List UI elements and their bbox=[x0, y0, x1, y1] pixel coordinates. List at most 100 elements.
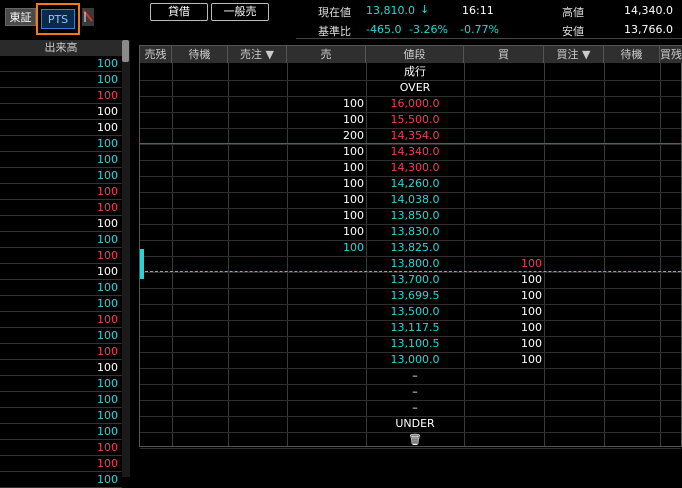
volume-value: 100 bbox=[97, 217, 118, 230]
column-divider bbox=[464, 63, 465, 446]
volume-value: 100 bbox=[97, 473, 118, 486]
pts-market-highlight: PTS bbox=[36, 3, 80, 35]
buy-quantity[interactable]: 100 bbox=[464, 320, 542, 336]
volume-value: 100 bbox=[97, 281, 118, 294]
price-cell[interactable]: 13,699.5 bbox=[366, 288, 464, 304]
order-board: 売残 待機 売注 ▼ 売値段買買注 ▼ 待機 買残 成行 OVER 16,000.0 100 15… bbox=[139, 45, 682, 449]
volume-value: 100 bbox=[97, 137, 118, 150]
volume-value: 100 bbox=[97, 329, 118, 342]
volume-row: 100 bbox=[0, 136, 122, 152]
buy-quantity[interactable]: 100 bbox=[464, 304, 542, 320]
scrollbar-thumb[interactable] bbox=[122, 40, 129, 62]
volume-row: 100 bbox=[0, 152, 122, 168]
price-cell[interactable]: 14,300.0 bbox=[366, 160, 464, 176]
general-sell-button[interactable]: 一般売 bbox=[211, 3, 269, 21]
price-cell[interactable]: 14,260.0 bbox=[366, 176, 464, 192]
current-price-marker bbox=[140, 249, 144, 279]
low-label: 安値 bbox=[562, 25, 584, 38]
header-divider bbox=[296, 38, 682, 39]
volume-value: 100 bbox=[97, 345, 118, 358]
price-cell[interactable]: OVER bbox=[366, 80, 464, 96]
high-value: 14,340.0 bbox=[624, 4, 673, 17]
sell-quantity[interactable]: 100 bbox=[287, 176, 364, 192]
price-cell[interactable]: 14,038.0 bbox=[366, 192, 464, 208]
price-cell[interactable]: 13,700.0 bbox=[366, 272, 464, 288]
credit-button[interactable]: 貸借 bbox=[150, 3, 208, 21]
price-cell[interactable]: 15,500.0 bbox=[366, 112, 464, 128]
price-cell[interactable]: 13,000.0 bbox=[366, 352, 464, 368]
volume-row: 100 bbox=[0, 120, 122, 136]
sell-quantity[interactable]: 100 bbox=[287, 224, 364, 240]
volume-value: 100 bbox=[97, 185, 118, 198]
down-arrow-icon: ↓ bbox=[420, 3, 430, 16]
price-cell[interactable]: 16,000.0 bbox=[366, 96, 464, 112]
volume-scrollbar[interactable] bbox=[122, 40, 130, 477]
buy-quantity[interactable]: 100 bbox=[464, 336, 542, 352]
price-cell[interactable]: 13,800.0 bbox=[366, 256, 464, 272]
price-cell[interactable]: 13,850.0 bbox=[366, 208, 464, 224]
price-cell[interactable]: 13,117.5 bbox=[366, 320, 464, 336]
volume-row: 100 bbox=[0, 392, 122, 408]
price-cell[interactable]: 🗑 bbox=[366, 432, 464, 448]
buy-quantity[interactable]: 100 bbox=[464, 288, 542, 304]
base-label: 基準比 bbox=[318, 25, 351, 38]
price-cell[interactable]: – bbox=[366, 368, 464, 384]
sell-quantity[interactable]: 100 bbox=[287, 96, 364, 112]
volume-row: 100 bbox=[0, 456, 122, 472]
sell-quantity[interactable]: 100 bbox=[287, 160, 364, 176]
current-label: 現在値 bbox=[318, 6, 351, 19]
board-header-cell[interactable]: 買注 ▼ bbox=[544, 46, 604, 63]
price-cell[interactable]: 成行 bbox=[366, 64, 464, 80]
price-cell[interactable]: 13,825.0 bbox=[366, 240, 464, 256]
volume-header: 出来高 bbox=[0, 40, 122, 56]
board-header-cell[interactable]: 売注 ▼ bbox=[228, 46, 287, 63]
volume-row: 100 bbox=[0, 424, 122, 440]
volume-value: 100 bbox=[97, 393, 118, 406]
volume-value: 100 bbox=[97, 73, 118, 86]
base-change: -465.0 bbox=[366, 23, 402, 36]
volume-value: 100 bbox=[97, 409, 118, 422]
buy-quantity[interactable]: 100 bbox=[464, 272, 542, 288]
volume-value: 100 bbox=[97, 361, 118, 374]
buy-quantity[interactable]: 100 bbox=[464, 352, 542, 368]
board-header-cell: 買残 bbox=[660, 46, 682, 63]
tosho-market-button[interactable]: 東証 bbox=[5, 8, 36, 26]
column-divider bbox=[660, 63, 661, 446]
column-divider bbox=[172, 63, 173, 446]
volume-row: 100 bbox=[0, 104, 122, 120]
volume-value: 100 bbox=[97, 441, 118, 454]
price-cell[interactable]: – bbox=[366, 384, 464, 400]
board-header-cell: 売 bbox=[287, 46, 366, 63]
column-divider bbox=[604, 63, 605, 446]
price-cell[interactable]: 13,500.0 bbox=[366, 304, 464, 320]
price-cell[interactable]: – bbox=[366, 400, 464, 416]
quote-time: 16:11 bbox=[462, 4, 494, 17]
volume-row: 100 bbox=[0, 88, 122, 104]
sell-quantity[interactable]: 100 bbox=[287, 240, 364, 256]
sell-quantity[interactable]: 200 bbox=[287, 128, 364, 144]
high-label: 高値 bbox=[562, 6, 584, 19]
row-divider bbox=[140, 448, 681, 449]
board-header-cell: 待機 bbox=[172, 46, 228, 63]
volume-row: 100 bbox=[0, 408, 122, 424]
sell-quantity[interactable]: 100 bbox=[287, 144, 364, 160]
volume-row: 100 bbox=[0, 440, 122, 456]
price-cell[interactable]: UNDER bbox=[366, 416, 464, 432]
column-divider bbox=[228, 63, 229, 446]
price-cell[interactable]: 13,100.5 bbox=[366, 336, 464, 352]
sell-quantity[interactable]: 100 bbox=[287, 112, 364, 128]
pts-market-button[interactable]: PTS bbox=[41, 9, 75, 29]
volume-row: 100 bbox=[0, 248, 122, 264]
price-cell[interactable]: 14,340.0 bbox=[366, 144, 464, 160]
sell-quantity[interactable]: 100 bbox=[287, 208, 364, 224]
price-cell[interactable]: 14,354.0 bbox=[366, 128, 464, 144]
price-cell[interactable]: 13,830.0 bbox=[366, 224, 464, 240]
volume-value: 100 bbox=[97, 377, 118, 390]
volume-row: 100 bbox=[0, 200, 122, 216]
volume-value: 100 bbox=[97, 457, 118, 470]
current-value: 13,810.0 bbox=[366, 4, 415, 17]
sell-quantity[interactable]: 100 bbox=[287, 192, 364, 208]
buy-quantity[interactable]: 100 bbox=[464, 256, 542, 272]
pin-icon[interactable] bbox=[82, 8, 94, 26]
board-header-cell: 買 bbox=[464, 46, 544, 63]
